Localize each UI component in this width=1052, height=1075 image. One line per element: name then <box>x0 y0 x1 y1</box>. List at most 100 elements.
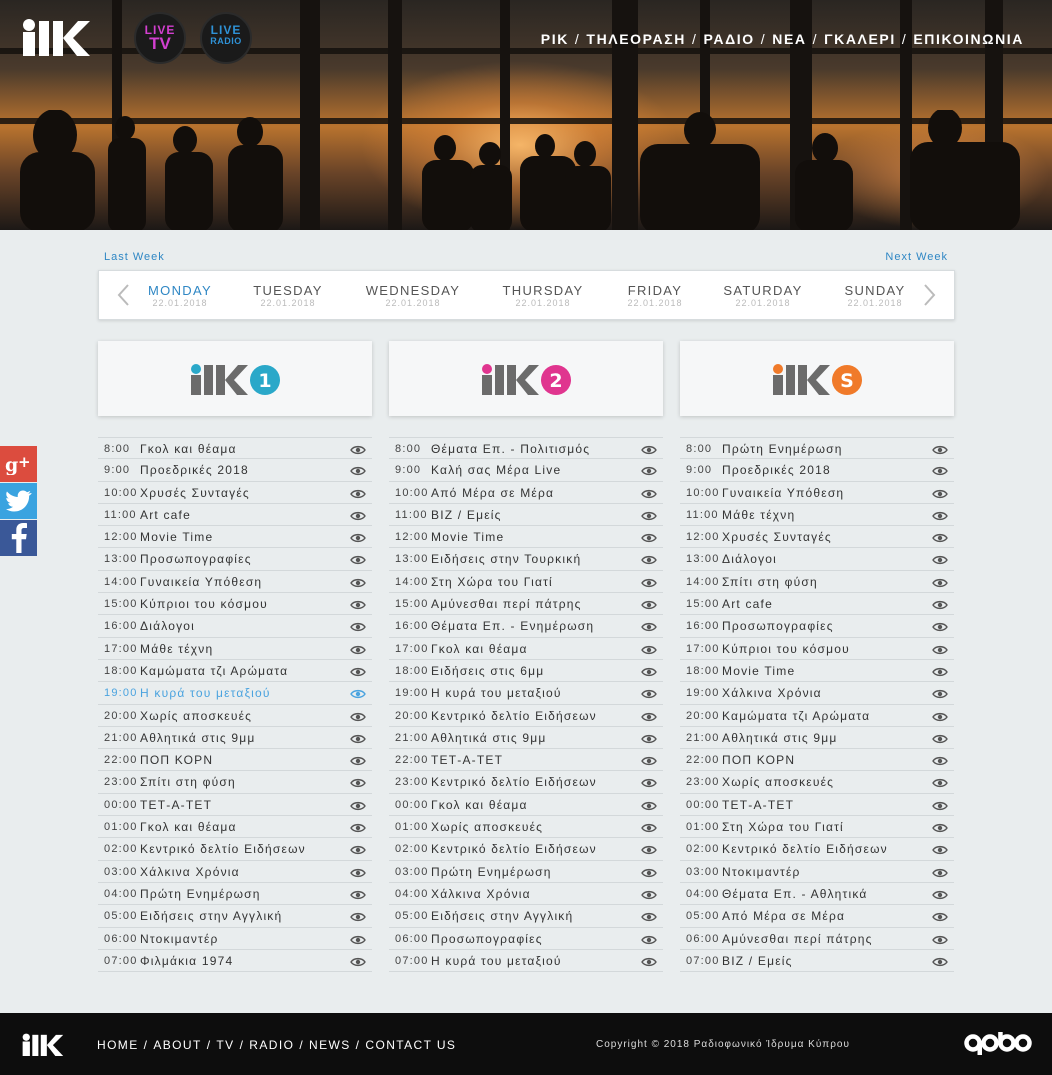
schedule-row[interactable]: 15:00 Αμύνεσθαι περί πάτρης <box>389 593 663 616</box>
schedule-row[interactable]: 07:00 BIZ / Εμείς <box>680 950 954 973</box>
schedule-row[interactable]: 19:00 Η κυρά του μεταξιού <box>98 682 372 705</box>
schedule-row[interactable]: 14:00 Σπίτι στη φύση <box>680 571 954 594</box>
eye-icon[interactable] <box>641 488 657 498</box>
schedule-row[interactable]: 11:00 BIZ / Εμείς <box>389 504 663 527</box>
schedule-row[interactable]: 14:00 Γυναικεία Υπόθεση <box>98 571 372 594</box>
eye-icon[interactable] <box>641 777 657 788</box>
day-tab-sunday[interactable]: SUNDAY 22.01.2018 <box>839 284 911 309</box>
qobo-logo[interactable] <box>964 1032 1032 1061</box>
nav-item-news[interactable]: ΝΕΑ <box>772 31 806 47</box>
eye-icon[interactable] <box>350 755 366 766</box>
schedule-row[interactable]: 9:00 Καλή σας Μέρα Live <box>389 459 663 482</box>
schedule-row[interactable]: 05:00 Ειδήσεις στην Αγγλική <box>98 905 372 928</box>
eye-icon[interactable] <box>932 465 948 476</box>
schedule-row[interactable]: 01:00 Στη Χώρα του Γιατί <box>680 816 954 839</box>
schedule-row[interactable]: 21:00 Αθλητικά στις 9μμ <box>389 727 663 750</box>
schedule-row[interactable]: 19:00 Χάλκινα Χρόνια <box>680 682 954 705</box>
eye-icon[interactable] <box>932 577 948 587</box>
schedule-row[interactable]: 01:00 Χωρίς αποσκευές <box>389 816 663 839</box>
schedule-row[interactable]: 02:00 Κεντρικό δελτίο Ειδήσεων <box>98 838 372 861</box>
schedule-row[interactable]: 15:00 Κύπριοι του κόσμου <box>98 593 372 616</box>
footer-link-home[interactable]: HOME <box>97 1038 139 1052</box>
schedule-row[interactable]: 06:00 Προσωπογραφίες <box>389 928 663 950</box>
schedule-row[interactable]: 01:00 Γκολ και θέαμα <box>98 816 372 839</box>
eye-icon[interactable] <box>932 554 948 565</box>
eye-icon[interactable] <box>641 822 657 833</box>
schedule-row[interactable]: 13:00 Διάλογοι <box>680 548 954 571</box>
eye-icon[interactable] <box>641 688 657 699</box>
schedule-row[interactable]: 05:00 Ειδήσεις στην Αγγλική <box>389 905 663 928</box>
schedule-row[interactable]: 16:00 Θέματα Επ. - Ενημέρωση <box>389 615 663 638</box>
day-tab-tuesday[interactable]: TUESDAY 22.01.2018 <box>249 284 327 309</box>
schedule-row[interactable]: 23:00 Κεντρικό δελτίο Ειδήσεων <box>389 771 663 794</box>
eye-icon[interactable] <box>932 889 948 900</box>
schedule-row[interactable]: 04:00 Χάλκινα Χρόνια <box>389 883 663 906</box>
schedule-row[interactable]: 18:00 Καμώματα τζι Αρώματα <box>98 660 372 683</box>
eye-icon[interactable] <box>932 844 948 855</box>
eye-icon[interactable] <box>641 711 657 721</box>
rik-logo[interactable] <box>20 18 90 61</box>
eye-icon[interactable] <box>350 465 366 476</box>
schedule-row[interactable]: 00:00 Γκολ και θέαμα <box>389 794 663 817</box>
eye-icon[interactable] <box>641 956 657 966</box>
nav-item-contact[interactable]: ΕΠΙΚΟΙΝΩΝΙΑ <box>913 31 1024 47</box>
schedule-row[interactable]: 00:00 ΤΕΤ-Α-ΤΕΤ <box>98 794 372 817</box>
eye-icon[interactable] <box>350 666 366 677</box>
eye-icon[interactable] <box>641 465 657 476</box>
day-tab-wednesday[interactable]: WEDNESDAY 22.01.2018 <box>361 284 465 309</box>
eye-icon[interactable] <box>932 911 948 922</box>
eye-icon[interactable] <box>641 800 657 810</box>
eye-icon[interactable] <box>350 733 366 743</box>
schedule-row[interactable]: 05:00 Από Μέρα σε Μέρα <box>680 905 954 928</box>
schedule-row[interactable]: 23:00 Σπίτι στη φύση <box>98 771 372 794</box>
eye-icon[interactable] <box>641 889 657 900</box>
schedule-row[interactable]: 12:00 Movie Time <box>98 526 372 549</box>
channel-card-rik2[interactable]: 2 <box>389 341 663 416</box>
schedule-row[interactable]: 15:00 Art cafe <box>680 593 954 616</box>
schedule-row[interactable]: 06:00 Ντοκιμαντέρ <box>98 928 372 950</box>
schedule-row[interactable]: 22:00 ΠΟΠ ΚΟΡΝ <box>680 749 954 772</box>
eye-icon[interactable] <box>350 444 366 455</box>
nav-item-tv[interactable]: ΤΗΛΕΟΡΑΣΗ <box>586 31 686 47</box>
schedule-row[interactable]: 17:00 Γκολ και θέαμα <box>389 638 663 660</box>
schedule-row[interactable]: 10:00 Γυναικεία Υπόθεση <box>680 482 954 504</box>
eye-icon[interactable] <box>350 688 366 699</box>
schedule-row[interactable]: 04:00 Θέματα Επ. - Αθλητικά <box>680 883 954 906</box>
footer-rik-logo[interactable] <box>20 1033 64 1061</box>
schedule-row[interactable]: 21:00 Αθλητικά στις 9μμ <box>98 727 372 750</box>
eye-icon[interactable] <box>932 956 948 966</box>
eye-icon[interactable] <box>932 755 948 766</box>
footer-link-about[interactable]: ABOUT <box>153 1038 201 1052</box>
schedule-row[interactable]: 03:00 Πρώτη Ενημέρωση <box>389 861 663 883</box>
eye-icon[interactable] <box>350 911 366 922</box>
eye-icon[interactable] <box>350 711 366 721</box>
schedule-row[interactable]: 20:00 Κεντρικό δελτίο Ειδήσεων <box>389 705 663 727</box>
eye-icon[interactable] <box>932 644 948 654</box>
schedule-row[interactable]: 03:00 Ντοκιμαντέρ <box>680 861 954 883</box>
eye-icon[interactable] <box>932 822 948 833</box>
eye-icon[interactable] <box>350 510 366 520</box>
footer-link-radio[interactable]: RADIO <box>249 1038 294 1052</box>
schedule-row[interactable]: 23:00 Χωρίς αποσκευές <box>680 771 954 794</box>
eye-icon[interactable] <box>350 800 366 810</box>
schedule-row[interactable]: 10:00 Από Μέρα σε Μέρα <box>389 482 663 504</box>
day-tab-friday[interactable]: FRIDAY 22.01.2018 <box>619 284 691 309</box>
schedule-row[interactable]: 18:00 Movie Time <box>680 660 954 683</box>
eye-icon[interactable] <box>932 510 948 520</box>
eye-icon[interactable] <box>932 867 948 877</box>
google-plus-share-button[interactable]: g + <box>0 446 37 482</box>
schedule-row[interactable]: 17:00 Κύπριοι του κόσμου <box>680 638 954 660</box>
schedule-row[interactable]: 06:00 Αμύνεσθαι περί πάτρης <box>680 928 954 950</box>
schedule-row[interactable]: 02:00 Κεντρικό δελτίο Ειδήσεων <box>389 838 663 861</box>
schedule-row[interactable]: 19:00 Η κυρά του μεταξιού <box>389 682 663 705</box>
eye-icon[interactable] <box>932 532 948 543</box>
schedule-row[interactable]: 03:00 Χάλκινα Χρόνια <box>98 861 372 883</box>
schedule-row[interactable]: 9:00 Προεδρικές 2018 <box>98 459 372 482</box>
eye-icon[interactable] <box>641 510 657 520</box>
live-tv-button[interactable]: LIVE TV <box>134 12 186 64</box>
schedule-row[interactable]: 9:00 Προεδρικές 2018 <box>680 459 954 482</box>
nav-item-rik[interactable]: ΡΙΚ <box>541 31 569 47</box>
twitter-share-button[interactable] <box>0 483 37 519</box>
eye-icon[interactable] <box>350 599 366 610</box>
last-week-link[interactable]: Last Week <box>104 251 165 263</box>
